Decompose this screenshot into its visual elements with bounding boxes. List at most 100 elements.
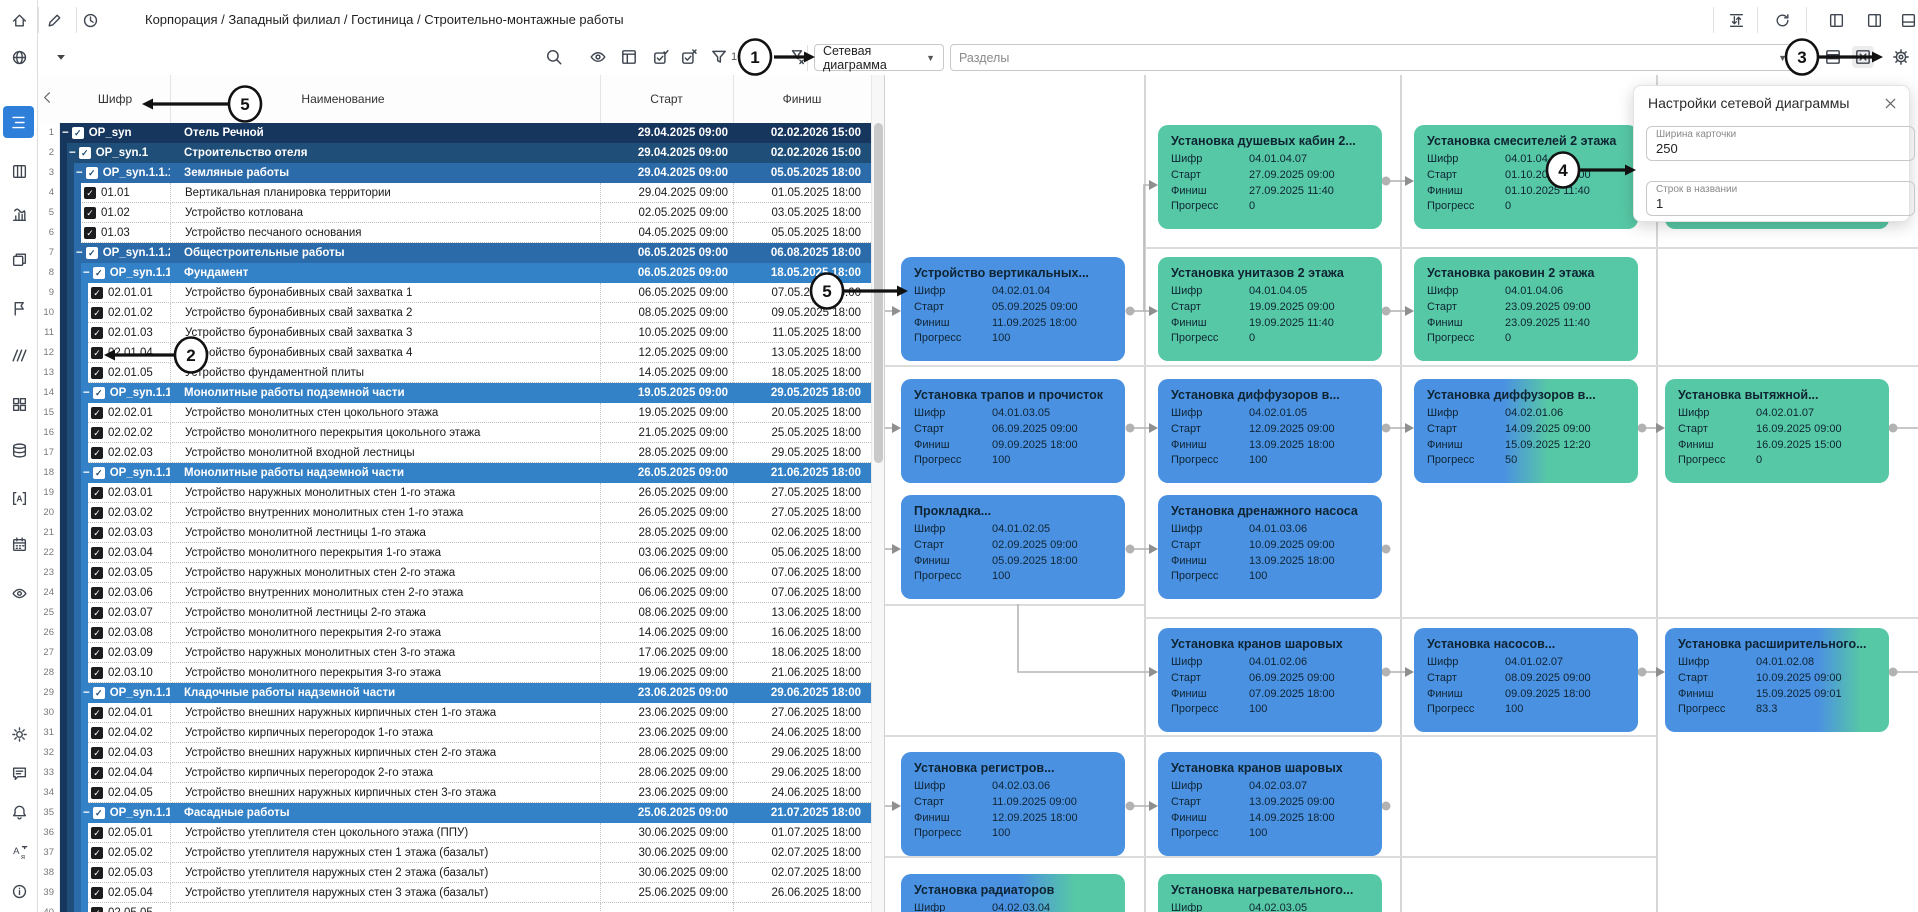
globe-icon[interactable] xyxy=(9,47,29,67)
sort-icon[interactable] xyxy=(1726,10,1746,30)
grid-clear-icon[interactable] xyxy=(1852,46,1874,68)
row-checkbox[interactable]: ✓ xyxy=(91,587,103,599)
row-checkbox[interactable]: ✓ xyxy=(91,507,103,519)
column-header-name[interactable]: Наименование xyxy=(170,86,600,112)
table-row[interactable]: 28✓02.03.10Устройство монолитного перекр… xyxy=(37,663,871,683)
bell-icon[interactable] xyxy=(9,802,29,822)
table-row[interactable]: 21✓02.03.03Устройство монолитной лестниц… xyxy=(37,523,871,543)
row-checkbox[interactable]: ✓ xyxy=(93,807,105,819)
layout-center-icon[interactable] xyxy=(1864,10,1884,30)
table-row[interactable]: 14−✓OP_syn.1.1.2.1.2.02Монолитные работы… xyxy=(37,383,871,403)
row-checkbox[interactable]: ✓ xyxy=(91,447,103,459)
table-row[interactable]: 36✓02.05.01Устройство утеплителя стен цо… xyxy=(37,823,871,843)
row-checkbox[interactable]: ✓ xyxy=(86,167,98,179)
table-row[interactable]: 15✓02.02.01Устройство монолитных стен цо… xyxy=(37,403,871,423)
table-row[interactable]: 22✓02.03.04Устройство монолитного перекр… xyxy=(37,543,871,563)
column-header-code[interactable]: Шифр xyxy=(60,86,170,112)
table-row[interactable]: 6✓01.03Устройство песчаного основания04.… xyxy=(37,223,871,243)
task-card[interactable]: Установка смесителей 2 этажаШифр04.01.04… xyxy=(1414,125,1638,229)
table-panel-icon[interactable] xyxy=(618,46,640,68)
table-row[interactable]: 34✓02.04.05Устройство внешних наружных к… xyxy=(37,783,871,803)
row-checkbox[interactable]: ✓ xyxy=(91,847,103,859)
search-icon[interactable] xyxy=(543,46,565,68)
row-checkbox[interactable]: ✓ xyxy=(91,827,103,839)
task-card[interactable]: Установка регистров...Шифр04.02.03.06Ста… xyxy=(901,752,1125,856)
table-row[interactable]: 23✓02.03.05Устройство наружных монолитны… xyxy=(37,563,871,583)
row-checkbox[interactable]: ✓ xyxy=(91,867,103,879)
uncheck-all-icon[interactable] xyxy=(678,46,700,68)
table-row[interactable]: 8−✓OP_syn.1.1.2.1.2.01Фундамент06.05.202… xyxy=(37,263,871,283)
column-header-start[interactable]: Старт xyxy=(600,86,733,112)
flag-icon[interactable] xyxy=(9,298,29,318)
table-row[interactable]: 30✓02.04.01Устройство внешних наружных к… xyxy=(37,703,871,723)
row-checkbox[interactable]: ✓ xyxy=(91,707,103,719)
view-mode-select[interactable]: Сетевая диаграмма ▼ xyxy=(814,44,944,71)
row-checkbox[interactable]: ✓ xyxy=(91,567,103,579)
table-row[interactable]: 27✓02.03.09Устройство наружных монолитны… xyxy=(37,643,871,663)
table-row[interactable]: 19✓02.03.01Устройство наружных монолитны… xyxy=(37,483,871,503)
table-row[interactable]: 18−✓OP_syn.1.1.2.1.2.03Монолитные работы… xyxy=(37,463,871,483)
row-checkbox[interactable]: ✓ xyxy=(84,207,96,219)
columns-icon[interactable] xyxy=(1822,46,1844,68)
task-card[interactable]: Устройство вертикальных...Шифр04.02.01.0… xyxy=(901,257,1125,361)
row-checkbox[interactable]: ✓ xyxy=(91,407,103,419)
filter-icon[interactable] xyxy=(708,46,730,68)
task-card[interactable]: Прокладка...Шифр04.01.02.05Старт02.09.20… xyxy=(901,495,1125,599)
row-checkbox[interactable]: ✓ xyxy=(91,287,103,299)
column-header-finish[interactable]: Финиш xyxy=(733,86,871,112)
check-all-icon[interactable] xyxy=(650,46,672,68)
calendar-icon[interactable] xyxy=(9,534,29,554)
table-row[interactable]: 33✓02.04.04Устройство кирпичных перегоро… xyxy=(37,763,871,783)
table-row[interactable]: 2−✓OP_syn.1Строительство отеля29.04.2025… xyxy=(37,143,871,163)
row-checkbox[interactable]: ✓ xyxy=(91,547,103,559)
table-row[interactable]: 29−✓OP_syn.1.1.2.1.2.04Кладочные работы … xyxy=(37,683,871,703)
chevron-down-icon[interactable] xyxy=(50,46,72,68)
table-row[interactable]: 16✓02.02.02Устройство монолитного перекр… xyxy=(37,423,871,443)
row-checkbox[interactable]: ✓ xyxy=(91,487,103,499)
row-checkbox[interactable]: ✓ xyxy=(91,327,103,339)
refresh-icon[interactable] xyxy=(1772,10,1792,30)
table-row[interactable]: 12✓02.01.04Устройство буронабивных свай … xyxy=(37,343,871,363)
kanban-icon[interactable] xyxy=(9,161,29,181)
row-checkbox[interactable]: ✓ xyxy=(93,267,105,279)
row-checkbox[interactable]: ✓ xyxy=(86,247,98,259)
filter-clear-icon[interactable] xyxy=(786,46,808,68)
scrollbar-thumb[interactable] xyxy=(874,123,883,463)
row-checkbox[interactable]: ✓ xyxy=(91,347,103,359)
layers-icon[interactable] xyxy=(9,249,29,269)
task-card[interactable]: Установка нагревательного...Шифр04.02.03… xyxy=(1158,874,1382,912)
table-row[interactable]: 9✓02.01.01Устройство буронабивных свай з… xyxy=(37,283,871,303)
info-icon[interactable] xyxy=(9,881,29,901)
eye-icon[interactable] xyxy=(587,46,609,68)
row-checkbox[interactable]: ✓ xyxy=(91,747,103,759)
task-card[interactable]: Установка дренажного насосаШифр04.01.03.… xyxy=(1158,495,1382,599)
task-card[interactable]: Установка диффузоров в...Шифр04.02.01.05… xyxy=(1158,379,1382,483)
row-checkbox[interactable]: ✓ xyxy=(91,907,103,912)
table-row[interactable]: 37✓02.05.02Устройство утеплителя наружны… xyxy=(37,843,871,863)
row-checkbox[interactable]: ✓ xyxy=(93,467,105,479)
table-row[interactable]: 7−✓OP_syn.1.1.2Общестроительные работы06… xyxy=(37,243,871,263)
pencil-icon[interactable] xyxy=(44,10,64,30)
row-checkbox[interactable]: ✓ xyxy=(91,787,103,799)
row-checkbox[interactable]: ✓ xyxy=(91,667,103,679)
card-width-field[interactable]: Ширина карточки 250 xyxy=(1646,126,1915,161)
table-row[interactable]: 17✓02.02.03Устройство монолитной входной… xyxy=(37,443,871,463)
layout-bottom-icon[interactable] xyxy=(1898,10,1918,30)
table-row[interactable]: 39✓02.05.04Устройство утеплителя наружны… xyxy=(37,883,871,903)
home-icon[interactable] xyxy=(9,10,29,30)
task-card[interactable]: Установка трапов и прочистокШифр04.01.03… xyxy=(901,379,1125,483)
row-checkbox[interactable]: ✓ xyxy=(91,627,103,639)
row-checkbox[interactable]: ✓ xyxy=(91,887,103,899)
sun-icon[interactable] xyxy=(9,724,29,744)
task-card[interactable]: Установка вытяжной...Шифр04.02.01.07Стар… xyxy=(1665,379,1889,483)
title-lines-field[interactable]: Строк в названии 1 xyxy=(1646,181,1915,216)
task-card[interactable]: Установка раковин 2 этажаШифр04.01.04.06… xyxy=(1414,257,1638,361)
table-row[interactable]: 4✓01.01Вертикальная планировка территори… xyxy=(37,183,871,203)
task-card[interactable]: Установка душевых кабин 2...Шифр04.01.04… xyxy=(1158,125,1382,229)
row-checkbox[interactable]: ✓ xyxy=(91,767,103,779)
row-checkbox[interactable]: ✓ xyxy=(93,687,105,699)
hatch-icon[interactable] xyxy=(9,345,29,365)
task-card[interactable]: Установка радиаторовШифр04.02.03.04Старт… xyxy=(901,874,1125,912)
table-row[interactable]: 32✓02.04.03Устройство внешних наружных к… xyxy=(37,743,871,763)
table-row[interactable]: 11✓02.01.03Устройство буронабивных свай … xyxy=(37,323,871,343)
